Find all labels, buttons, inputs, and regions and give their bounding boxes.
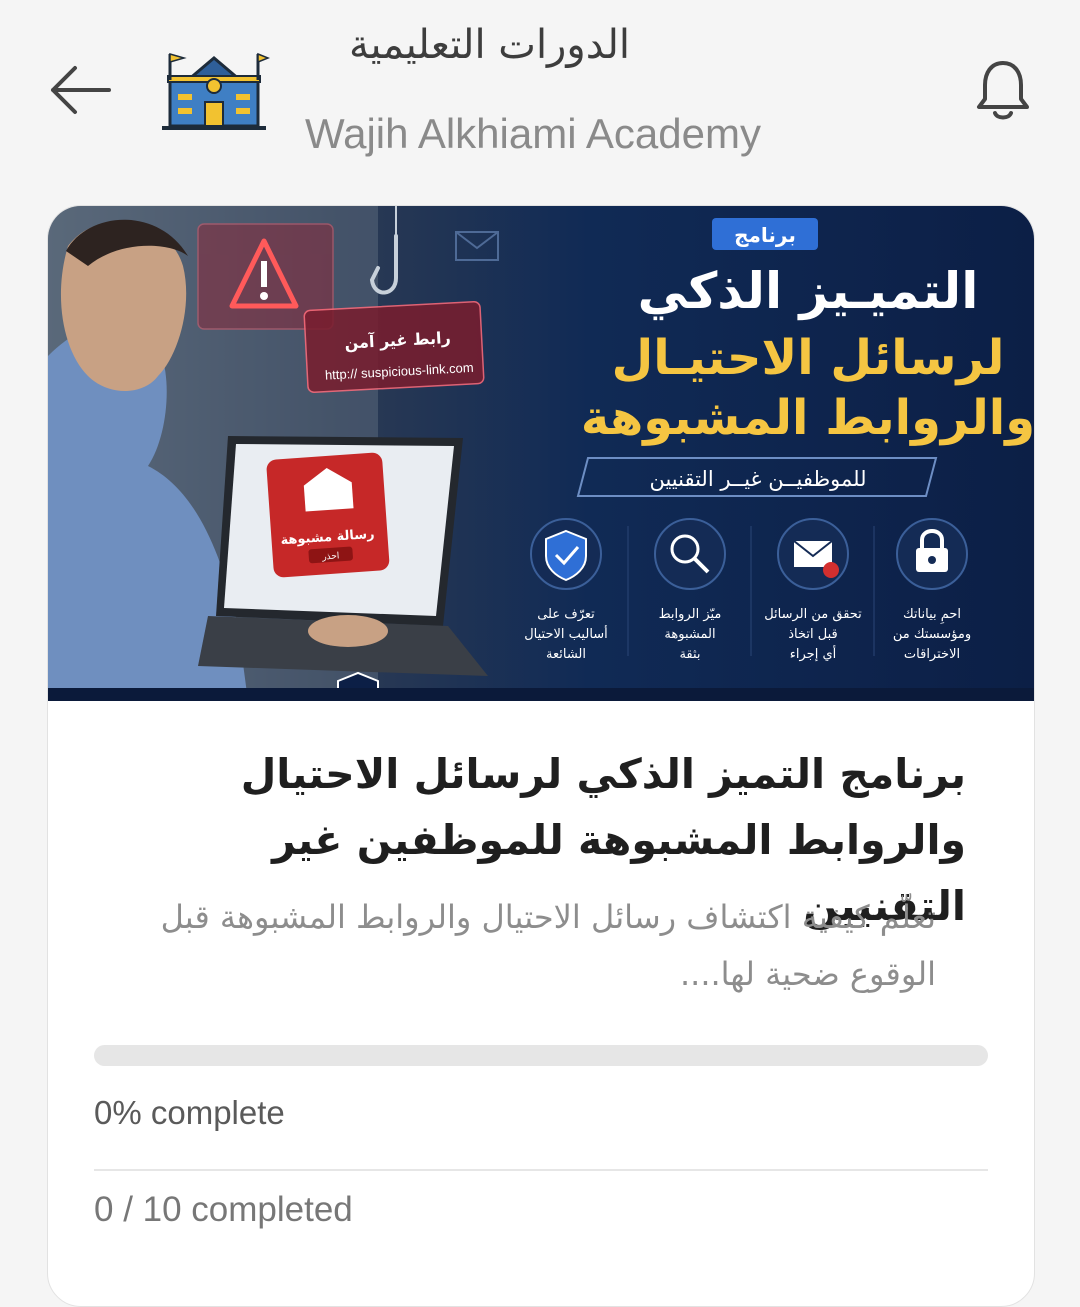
academy-building-logo [162,52,271,130]
feature-4-line2: ومؤسستك من [893,627,971,642]
course-description: تعلّم كيفية اكتشاف رسائل الاحتيال والروا… [160,898,936,993]
feature-4-line1: احمِ بياناتك [903,607,961,624]
academy-name: Wajih Alkhiami Academy [305,110,761,157]
back-button[interactable] [40,55,120,125]
progress-label: 0% complete [94,1094,285,1131]
banner-audience: للموظفيــن غيــر التقنيين [649,467,866,491]
banner-bottom-strip [48,688,1034,701]
feature-2-line3: بثقة [679,647,700,662]
feature-4-line3: الاختراقات [904,647,960,662]
feature-1-line2: أساليب الاحتيال [524,625,608,642]
banner-headline-2: لرسائل الاحتيـال [612,330,1005,386]
feature-2-line1: ميّز الروابط [659,607,722,622]
feature-3-line1: تحقق من الرسائل [764,607,862,622]
feature-shield: تعرّف على أساليب الاحتيال الشائعة [524,518,608,662]
feature-magnifier: ميّز الروابط المشبوهة بثقة [654,518,726,662]
feature-3-line2: قبل اتخاذ [788,627,838,642]
banner-headline-3: والروابط المشبوهة [581,390,1034,446]
academy-logo [158,50,271,132]
progress-bar [94,1045,988,1066]
page-title: الدورات التعليمية [348,22,630,68]
completed-count: 0 / 10 completed [94,1190,353,1229]
banner-headline-1: التميـيز الذكي [638,262,979,321]
banner-tag: برنامج [734,223,796,247]
course-card[interactable]: رسالة مشبوهة احذر رابط غير آمن http:// s… [47,205,1035,1307]
bell-icon [977,61,1029,120]
notifications-button[interactable] [966,52,1040,128]
arrow-left-icon [51,66,111,114]
divider [94,1169,988,1171]
feature-2-line2: المشبوهة [664,627,715,642]
course-banner-image: رسالة مشبوهة احذر رابط غير آمن http:// s… [48,206,1034,701]
feature-1-line1: تعرّف على [537,607,595,622]
app-header: الدورات التعليمية Wajih Alkhiami Academy [0,0,1080,190]
alert-card-button: احذر [321,551,340,562]
feature-1-line3: الشائعة [546,647,586,662]
feature-3-line3: أي إجراء [790,645,836,662]
feature-mail: تحقق من الرسائل قبل اتخاذ أي إجراء [764,518,862,662]
feature-lock: احمِ بياناتك ومؤسستك من الاختراقات [893,518,971,662]
